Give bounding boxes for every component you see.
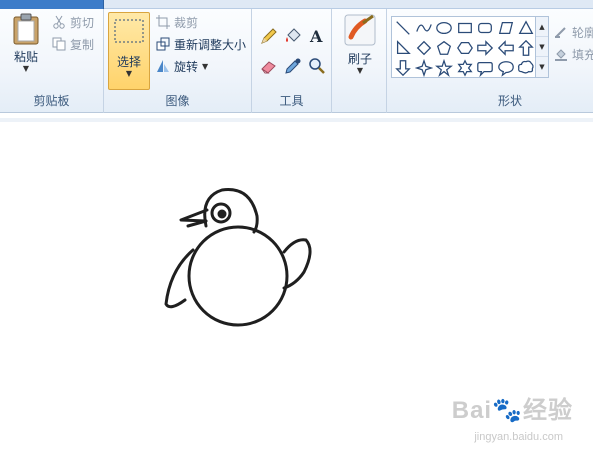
crop-icon: [156, 15, 170, 29]
baidu-watermark: Bai🐾经验: [452, 390, 573, 425]
text-icon[interactable]: A: [306, 25, 327, 46]
rotate-label: 旋转: [174, 59, 199, 74]
rotate-button[interactable]: 旋转 ▼: [156, 57, 208, 75]
brushes-button[interactable]: 刷子 ▼: [340, 13, 380, 75]
magnifier-icon[interactable]: [306, 55, 327, 76]
cut-button[interactable]: 剪切: [52, 13, 94, 31]
paste-label: 粘贴: [13, 50, 38, 64]
rounded-rectangle-shape-icon[interactable]: [475, 18, 495, 38]
shapes-gallery: [391, 16, 541, 78]
scroll-down-icon[interactable]: ▼: [536, 37, 548, 57]
resize-button[interactable]: 重新调整大小: [156, 35, 246, 53]
tools-group-label: 工具: [279, 94, 304, 108]
cloud-callout-shape-icon[interactable]: [516, 58, 536, 78]
tab-home[interactable]: [0, 0, 104, 9]
brushes-label: 刷子: [347, 52, 372, 66]
resize-label: 重新调整大小: [174, 37, 247, 52]
outline-icon: [555, 27, 566, 38]
scissors-icon: [53, 15, 65, 29]
paw-icon: 🐾: [492, 397, 523, 424]
copy-label: 复制: [70, 37, 95, 52]
right-triangle-shape-icon[interactable]: [393, 38, 413, 58]
selection-rectangle-icon: [114, 19, 144, 43]
cut-label: 剪切: [70, 15, 95, 30]
clipboard-icon: [13, 13, 39, 45]
rotate-icon: [157, 60, 169, 72]
svg-text:A: A: [309, 27, 323, 45]
four-point-star-shape-icon[interactable]: [414, 58, 434, 78]
fill-label: 填充: [572, 47, 593, 62]
fill-bucket-icon[interactable]: [282, 25, 303, 46]
ribbon-tab-strip: [0, 0, 593, 9]
polygon-shape-icon[interactable]: [496, 18, 516, 38]
oval-callout-shape-icon[interactable]: [496, 58, 516, 78]
watermark-brand-2: 经验: [523, 397, 573, 424]
resize-icon: [156, 37, 170, 51]
expand-gallery-icon[interactable]: ▼: [536, 57, 548, 77]
pentagon-shape-icon[interactable]: [434, 38, 454, 58]
copy-icon: [52, 37, 66, 51]
down-arrow-shape-icon[interactable]: [393, 58, 413, 78]
five-point-star-shape-icon[interactable]: [434, 58, 454, 78]
watermark-brand: Bai: [451, 397, 493, 424]
six-point-star-shape-icon[interactable]: [455, 58, 475, 78]
fill-button[interactable]: 填充: [554, 45, 593, 63]
image-group: 选择 ▼ 裁剪 重新调整大小 旋转 ▼ 图像: [104, 9, 252, 113]
image-group-label: 图像: [165, 94, 190, 108]
up-arrow-shape-icon[interactable]: [516, 38, 536, 58]
crop-label: 裁剪: [174, 15, 199, 30]
clipboard-group-label: 剪贴板: [33, 94, 70, 108]
crop-button[interactable]: 裁剪: [156, 13, 198, 31]
rectangle-shape-icon[interactable]: [455, 18, 475, 38]
select-button[interactable]: 选择 ▼: [108, 12, 150, 90]
right-arrow-shape-icon[interactable]: [475, 38, 495, 58]
copy-button[interactable]: 复制: [52, 35, 94, 53]
outline-button[interactable]: 轮廓: [554, 23, 593, 41]
oval-shape-icon[interactable]: [434, 18, 454, 38]
outline-label: 轮廓: [572, 25, 593, 40]
shapes-gallery-scrollbar[interactable]: ▲ ▼ ▼: [535, 16, 549, 78]
chevron-down-icon[interactable]: ▼: [6, 65, 46, 73]
curve-shape-icon[interactable]: [414, 18, 434, 38]
rounded-callout-shape-icon[interactable]: [475, 58, 495, 78]
brush-icon: [344, 14, 376, 46]
paste-button[interactable]: 粘贴 ▼: [6, 13, 46, 73]
line-shape-icon[interactable]: [393, 18, 413, 38]
color-picker-icon[interactable]: [282, 55, 303, 76]
diamond-shape-icon[interactable]: [414, 38, 434, 58]
chevron-down-icon[interactable]: ▼: [109, 70, 149, 78]
pencil-icon[interactable]: [258, 25, 279, 46]
fill-icon: [555, 49, 567, 61]
shapes-group-label: 形状: [497, 94, 522, 108]
watermark-url: jingyan.baidu.com: [474, 431, 563, 443]
ribbon: 粘贴 ▼ 剪切 复制 剪贴板 选择 ▼ 裁剪 重新调整大小 旋转 ▼ 图像 A …: [0, 9, 593, 113]
hexagon-shape-icon[interactable]: [455, 38, 475, 58]
tools-group: A 工具: [252, 9, 332, 113]
penguin-drawing: [164, 188, 312, 327]
brushes-group: 刷子 ▼: [332, 9, 387, 113]
select-label: 选择: [116, 55, 141, 69]
scroll-up-icon[interactable]: ▲: [536, 17, 548, 37]
eraser-icon[interactable]: [258, 55, 279, 76]
triangle-shape-icon[interactable]: [516, 18, 536, 38]
chevron-down-icon[interactable]: ▼: [340, 67, 380, 75]
chevron-down-icon[interactable]: ▼: [202, 62, 208, 71]
clipboard-group: 粘贴 ▼ 剪切 复制 剪贴板: [0, 9, 104, 113]
left-arrow-shape-icon[interactable]: [496, 38, 516, 58]
